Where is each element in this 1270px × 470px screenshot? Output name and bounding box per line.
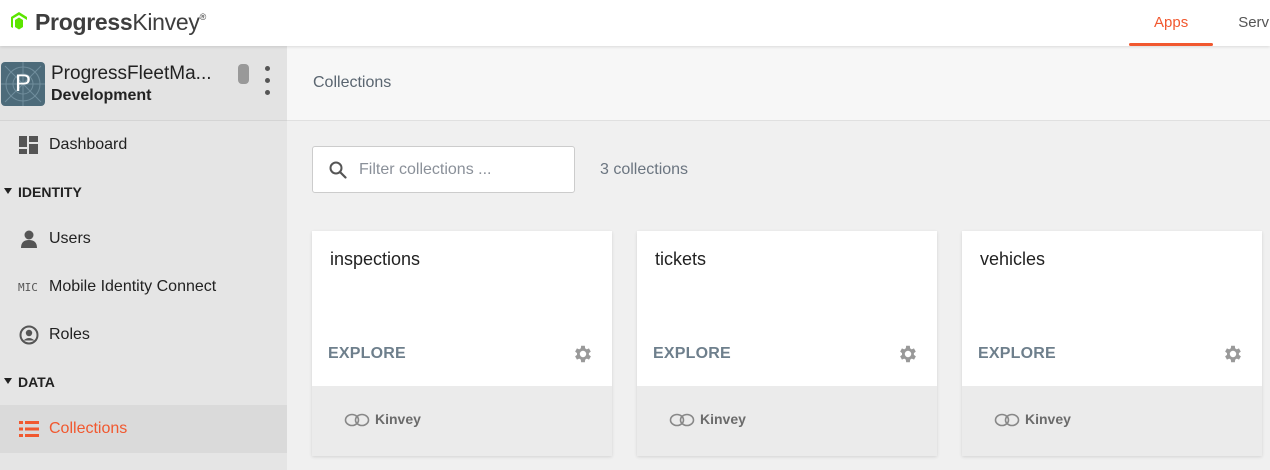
kinvey-label: Kinvey bbox=[375, 411, 421, 427]
app-environment: Development bbox=[51, 87, 152, 104]
main-content: Collections 3 collections inspections EX… bbox=[287, 46, 1270, 470]
tab-apps[interactable]: Apps bbox=[1129, 0, 1214, 46]
sidebar-item-mobile-identity-connect[interactable]: MIC Mobile Identity Connect bbox=[0, 263, 287, 311]
dashboard-icon bbox=[18, 134, 40, 156]
sidebar-item-label: Dashboard bbox=[49, 136, 128, 153]
card-footer: Kinvey bbox=[637, 386, 937, 456]
list-icon bbox=[18, 418, 40, 440]
page-title: Collections bbox=[313, 74, 392, 91]
top-bar: ProgressKinvey® Apps Serv bbox=[0, 0, 1270, 46]
gear-icon[interactable] bbox=[572, 343, 594, 365]
sidebar-item-collections[interactable]: Collections bbox=[0, 405, 287, 453]
caret-down-icon bbox=[4, 188, 12, 194]
app-switcher[interactable]: P ProgressFleetMa... Development bbox=[0, 46, 287, 121]
avatar-letter: P bbox=[14, 70, 31, 97]
explore-button[interactable]: EXPLORE bbox=[328, 345, 406, 363]
card-footer: Kinvey bbox=[312, 386, 612, 456]
kinvey-icon bbox=[994, 413, 1020, 427]
tab-services[interactable]: Serv bbox=[1213, 0, 1270, 46]
sidebar-item-label: Mobile Identity Connect bbox=[49, 278, 217, 295]
sidebar-item-label: Roles bbox=[49, 326, 90, 343]
explore-button[interactable]: EXPLORE bbox=[978, 345, 1056, 363]
more-options-icon[interactable] bbox=[262, 66, 272, 102]
collection-card-vehicles[interactable]: vehicles EXPLORE Kinvey bbox=[962, 231, 1262, 456]
kinvey-label: Kinvey bbox=[700, 411, 746, 427]
kinvey-icon bbox=[669, 413, 695, 427]
collection-card-tickets[interactable]: tickets EXPLORE Kinvey bbox=[637, 231, 937, 456]
collection-card-inspections[interactable]: inspections EXPLORE Kinvey bbox=[312, 231, 612, 456]
gear-icon[interactable] bbox=[897, 343, 919, 365]
mic-icon: MIC bbox=[18, 280, 38, 294]
user-icon bbox=[18, 228, 40, 250]
scrollbar-thumb[interactable] bbox=[238, 64, 249, 84]
collection-title: tickets bbox=[655, 249, 707, 269]
caret-down-icon bbox=[4, 378, 12, 384]
collection-title: vehicles bbox=[980, 249, 1046, 269]
top-nav: Apps Serv bbox=[1129, 0, 1270, 46]
search-icon bbox=[329, 161, 347, 179]
gear-icon[interactable] bbox=[1222, 343, 1244, 365]
filter-collections-input[interactable] bbox=[359, 157, 564, 183]
section-identity[interactable]: IDENTITY bbox=[0, 169, 287, 215]
page-header: Collections bbox=[287, 46, 1270, 121]
progress-kinvey-logo[interactable]: ProgressKinvey® bbox=[7, 6, 206, 38]
sidebar-item-label: Collections bbox=[49, 420, 128, 437]
sidebar-item-dashboard[interactable]: Dashboard bbox=[0, 121, 287, 169]
collections-count: 3 collections bbox=[600, 161, 689, 178]
app-name: ProgressFleetMa... bbox=[51, 63, 212, 84]
filter-collections-field[interactable] bbox=[312, 146, 575, 193]
collection-title: inspections bbox=[330, 249, 421, 269]
sidebar-item-users[interactable]: Users bbox=[0, 215, 287, 263]
roles-icon bbox=[18, 324, 40, 346]
section-data[interactable]: DATA bbox=[0, 359, 287, 405]
kinvey-icon bbox=[344, 413, 370, 427]
sidebar-item-roles[interactable]: Roles bbox=[0, 311, 287, 359]
progress-logo-icon bbox=[11, 12, 27, 30]
explore-button[interactable]: EXPLORE bbox=[653, 345, 731, 363]
sidebar: P ProgressFleetMa... Development Dashboa… bbox=[0, 46, 287, 470]
card-footer: Kinvey bbox=[962, 386, 1262, 456]
sidebar-item-label: Users bbox=[49, 230, 91, 247]
brand-name: ProgressKinvey® bbox=[35, 8, 206, 35]
kinvey-label: Kinvey bbox=[1025, 411, 1071, 427]
app-avatar: P bbox=[1, 62, 45, 106]
